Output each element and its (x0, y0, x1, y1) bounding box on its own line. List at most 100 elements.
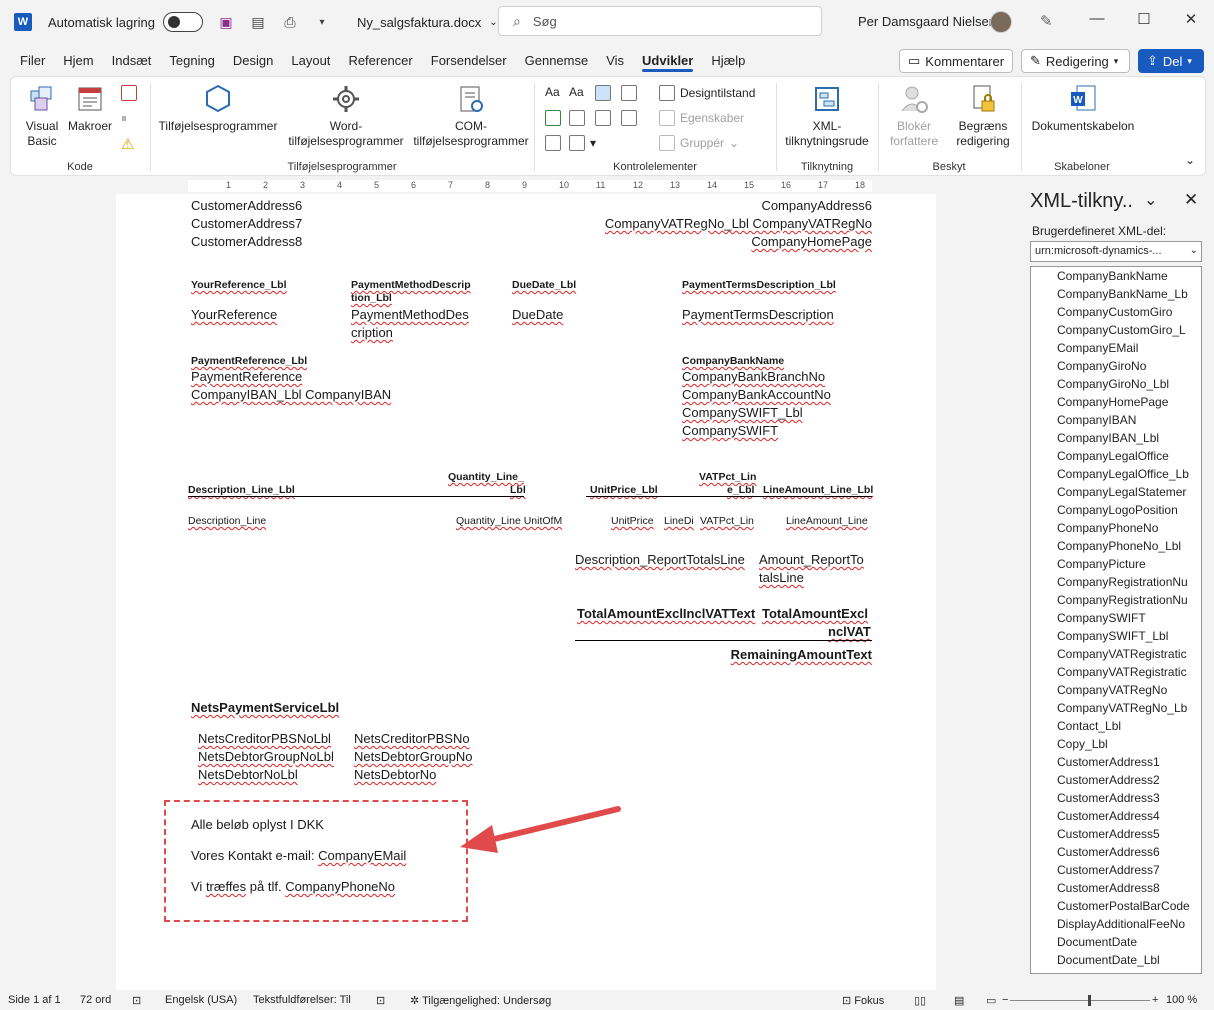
xml-node-item[interactable]: CompanyVATRegNo (1031, 681, 1201, 699)
zoom-slider-thumb[interactable] (1088, 995, 1091, 1006)
plain-text-control-icon[interactable]: Aa (569, 85, 584, 99)
total-amount-excl-cont[interactable]: nclVAT (828, 624, 871, 639)
document-page[interactable]: CustomerAddress6 CustomerAddress7 Custom… (116, 194, 936, 990)
close-icon[interactable]: ✕ (1180, 10, 1202, 28)
company-bank-account[interactable]: CompanyBankAccountNo (682, 387, 831, 402)
due-date[interactable]: DueDate (512, 307, 563, 322)
xml-node-item[interactable]: CompanyVATRegistratic (1031, 645, 1201, 663)
menu-tab-2[interactable]: Indsæt (103, 44, 161, 76)
company-vat-reg[interactable]: CompanyVATRegNo_Lbl CompanyVATRegNo (605, 216, 872, 231)
xml-node-item[interactable]: CompanyCustomGiro_L (1031, 321, 1201, 339)
repeating-section-icon[interactable] (545, 135, 561, 151)
xml-node-item[interactable]: CompanyIBAN (1031, 411, 1201, 429)
layout-icon[interactable]: ▤ (249, 14, 267, 31)
menu-tab-10[interactable]: Udvikler (633, 44, 702, 76)
quantity-unit[interactable]: Quantity_Line UnitOfM (456, 515, 562, 527)
zoom-out-icon[interactable]: − (1002, 994, 1008, 1006)
minimize-icon[interactable]: — (1086, 10, 1108, 27)
xml-node-item[interactable]: CompanyVATRegNo_Lb (1031, 699, 1201, 717)
description-report-totals[interactable]: Description_ReportTotalsLine (575, 552, 745, 567)
company-swift-label[interactable]: CompanySWIFT_Lbl (682, 405, 803, 420)
horizontal-ruler[interactable]: 1 2 3 4 5 6 7 8 9 10 11 12 13 14 15 16 17 18 (116, 178, 936, 194)
comments-button[interactable]: ▭ Kommentarer (899, 49, 1013, 73)
design-mode-button[interactable]: Designtilstand (659, 85, 755, 101)
pane-close-icon[interactable]: ✕ (1184, 190, 1198, 210)
menu-tab-8[interactable]: Gennemse (516, 44, 598, 76)
payment-terms[interactable]: PaymentTermsDescription (682, 307, 834, 322)
document-template-button[interactable]: W Dokumentskabelon (1026, 83, 1140, 134)
read-mode-icon[interactable]: ▯▯ (914, 994, 926, 1007)
chevron-down-icon[interactable]: ⌄ (489, 17, 497, 28)
xml-node-item[interactable]: CompanyVATRegistratic (1031, 663, 1201, 681)
date-picker-icon[interactable] (621, 110, 637, 126)
vatpct-label[interactable]: VATPct_Lin (699, 471, 756, 483)
xml-node-item[interactable]: CompanyPicture (1031, 555, 1201, 573)
xml-node-item[interactable]: DisplayAdditionalFeeNo (1031, 915, 1201, 933)
xml-node-item[interactable]: CompanyIBAN_Lbl (1031, 429, 1201, 447)
xml-node-item[interactable]: CompanyEMail (1031, 339, 1201, 357)
callout-currency-note[interactable]: Alle beløb oplyst I DKK (191, 817, 324, 832)
custom-xml-part-select[interactable]: urn:microsoft-dynamics-... ⌄ (1030, 241, 1202, 262)
predictions-icon[interactable]: ⊡ (376, 994, 385, 1007)
web-layout-icon[interactable]: ▭ (986, 994, 996, 1007)
nets-debtor[interactable]: NetsDebtorNo (354, 767, 436, 782)
combo-box-icon[interactable] (569, 110, 585, 126)
nets-debtor-group[interactable]: NetsDebtorGroupNo (354, 749, 473, 764)
unitprice-label[interactable]: UnitPrice_Lbl (590, 484, 658, 496)
block-authors-button[interactable]: Blokér forfattere (883, 83, 945, 149)
zoom-in-icon[interactable]: + (1152, 994, 1158, 1006)
menu-tab-6[interactable]: Referencer (339, 44, 421, 76)
building-block-icon[interactable] (621, 85, 637, 101)
total-amount-text[interactable]: TotalAmountExclInclVATText (577, 606, 755, 621)
menu-tab-11[interactable]: Hjælp (702, 44, 754, 76)
xml-node-item[interactable]: DocumentDate (1031, 933, 1201, 951)
xml-node-item[interactable]: CustomerAddress2 (1031, 771, 1201, 789)
xml-pane-button[interactable]: XML-tilknytningsrude (781, 83, 873, 149)
company-swift[interactable]: CompanySWIFT (682, 423, 778, 438)
customer-address8[interactable]: CustomerAddress8 (191, 234, 302, 249)
xml-node-item[interactable]: CustomerPostalBarCode (1031, 897, 1201, 915)
xml-node-item[interactable]: CompanyGiroNo_Lbl (1031, 375, 1201, 393)
menu-tab-3[interactable]: Tegning (160, 44, 224, 76)
macros-button[interactable]: Makroer (65, 83, 115, 134)
macro-security-icon[interactable]: ⚠ (121, 135, 134, 153)
xml-node-item[interactable]: CustomerAddress5 (1031, 825, 1201, 843)
legacy-tools-icon[interactable]: ▾ (569, 135, 596, 151)
callout-phone-line[interactable]: Vi træffes på tlf. CompanyPhoneNo (191, 879, 395, 894)
xml-node-item[interactable]: CompanyPhoneNo_Lbl (1031, 537, 1201, 555)
menu-tab-7[interactable]: Forsendelser (422, 44, 516, 76)
zoom-level[interactable]: 100 % (1166, 994, 1197, 1006)
com-addins-button[interactable]: COM-tilføjelsesprogrammer (411, 83, 531, 149)
menu-tab-0[interactable]: Filer (0, 44, 54, 76)
share-button[interactable]: ⇪ Del ▾ (1138, 49, 1204, 73)
nets-payment-service-label[interactable]: NetsPaymentServiceLbl (191, 700, 339, 715)
nets-creditor-pbs-label[interactable]: NetsCreditorPBSNoLbl (198, 731, 331, 746)
amount-report-totals[interactable]: Amount_ReportTo (759, 552, 864, 567)
properties-button[interactable]: Egenskaber (659, 110, 744, 126)
line-amount[interactable]: LineAmount_Line (786, 515, 868, 527)
nets-creditor-pbs[interactable]: NetsCreditorPBSNo (354, 731, 470, 746)
xml-node-item[interactable]: CompanyRegistrationNu (1031, 573, 1201, 591)
line-discount[interactable]: LineDi (664, 515, 694, 527)
search-input[interactable]: ⌕ Søg (498, 6, 822, 36)
xml-node-item[interactable]: CompanyLegalOffice (1031, 447, 1201, 465)
user-name[interactable]: Per Damsgaard Nielsen (858, 14, 996, 29)
your-reference-label[interactable]: YourReference_Lbl (191, 279, 287, 291)
xml-node-item[interactable]: CompanyCustomGiro (1031, 303, 1201, 321)
ribbon-collapse-icon[interactable]: ⌄ (1185, 153, 1195, 167)
save-icon[interactable]: ▣ (217, 14, 235, 31)
xml-node-item[interactable]: CompanySWIFT (1031, 609, 1201, 627)
zoom-slider[interactable] (1010, 1000, 1150, 1001)
callout-email-line[interactable]: Vores Kontakt e-mail: CompanyEMail (191, 848, 406, 863)
nets-debtor-label[interactable]: NetsDebtorNoLbl (198, 767, 298, 782)
language[interactable]: Engelsk (USA) (165, 994, 237, 1006)
xml-node-item[interactable]: CustomerAddress1 (1031, 753, 1201, 771)
xml-node-item[interactable]: CompanyLegalStatemer (1031, 483, 1201, 501)
group-button[interactable]: Gruppér ⌄ (659, 135, 739, 151)
page-count[interactable]: Side 1 af 1 (8, 994, 61, 1006)
payment-method-cont[interactable]: cription (351, 325, 393, 340)
autosave-toggle[interactable] (162, 12, 203, 32)
amount-report-totals-cont[interactable]: talsLine (759, 570, 804, 585)
description-line-label[interactable]: Description_Line_Lbl (188, 484, 295, 496)
dropdown-list-icon[interactable] (595, 110, 611, 126)
